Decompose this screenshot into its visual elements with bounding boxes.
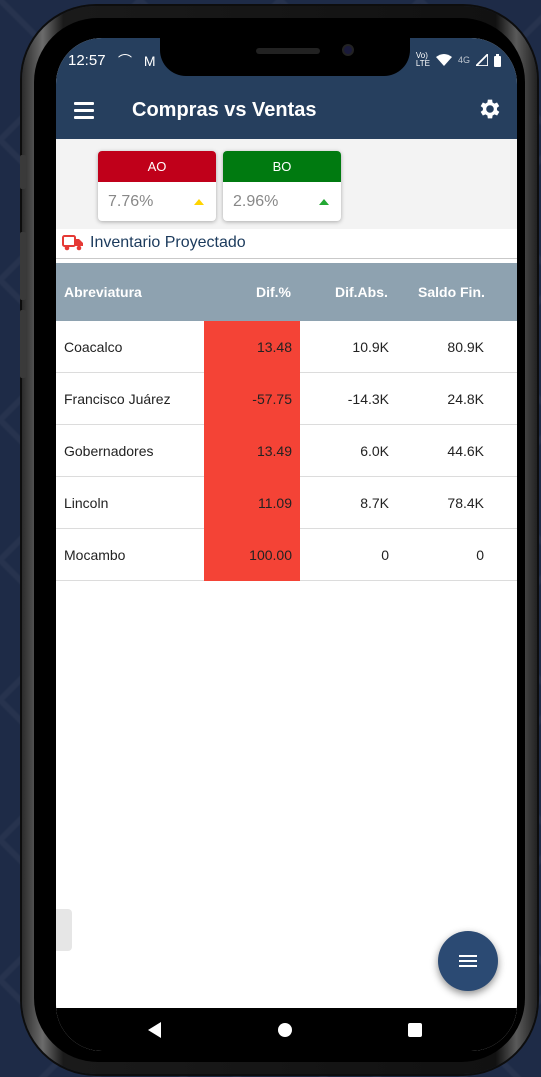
- saldo-value: 44.6K: [447, 443, 484, 459]
- dif-pct-value: -57.75: [252, 391, 292, 407]
- column-header-dif-abs[interactable]: Dif.Abs.: [335, 284, 388, 300]
- truck-icon: [62, 235, 83, 251]
- dif-pct-value: 13.48: [256, 339, 292, 355]
- system-nav-bar: [56, 1008, 517, 1051]
- volte-icon: Vo) LTE: [415, 51, 430, 68]
- card-ao-body: 7.76%: [98, 182, 216, 221]
- list-icon: [459, 955, 477, 970]
- status-time: 12:57: [68, 52, 106, 69]
- column-header-abreviatura[interactable]: Abreviatura: [64, 284, 142, 300]
- front-camera: [342, 44, 354, 56]
- card-ao[interactable]: AO 7.76%: [98, 151, 216, 221]
- table-row[interactable]: Coacalco 13.48 10.9K 80.9K: [56, 321, 517, 373]
- notification-icons: ⌒ M: [118, 53, 160, 69]
- device-screen: 12:57 ⌒ M Vo) LTE 4G Compras vs Ventas AO…: [56, 38, 517, 1051]
- row-name: Mocambo: [64, 547, 126, 563]
- row-name: Coacalco: [64, 339, 123, 355]
- volume-up-button: [20, 232, 26, 300]
- speaker: [256, 48, 320, 54]
- system-icons: Vo) LTE 4G: [416, 52, 501, 68]
- table-row[interactable]: Mocambo 100.00 0 0: [56, 529, 517, 581]
- dif-abs-value: -14.3K: [347, 391, 389, 407]
- dif-abs-value: 8.7K: [360, 495, 389, 511]
- saldo-value: 0: [476, 547, 484, 563]
- row-name: Gobernadores: [64, 443, 154, 459]
- dif-pct-value: 13.49: [256, 443, 292, 459]
- card-ao-value: 7.76%: [108, 193, 154, 210]
- card-bo-label: BO: [223, 151, 341, 182]
- signal-icon: [476, 54, 488, 66]
- fab-menu-button[interactable]: [438, 931, 498, 991]
- side-drawer-handle[interactable]: [56, 909, 72, 951]
- card-bo-value: 2.96%: [233, 193, 279, 210]
- dif-abs-value: 6.0K: [360, 443, 389, 459]
- network-type: 4G: [457, 55, 470, 65]
- inventory-table: Abreviatura Dif.% Dif.Abs. Saldo Fin. Co…: [56, 263, 517, 581]
- section-title: Inventario Proyectado: [90, 234, 246, 251]
- table-row[interactable]: Francisco Juárez -57.75 -14.3K 24.8K: [56, 373, 517, 425]
- dif-abs-value: 10.9K: [352, 339, 389, 355]
- row-name: Lincoln: [64, 495, 109, 511]
- card-ao-label: AO: [98, 151, 216, 182]
- card-bo-body: 2.96%: [223, 182, 341, 221]
- wifi-icon: [435, 54, 452, 66]
- column-header-dif-pct[interactable]: Dif.%: [256, 284, 291, 300]
- dif-pct-value: 100.00: [249, 547, 292, 563]
- arrow-up-icon: [194, 199, 204, 205]
- card-bo[interactable]: BO 2.96%: [223, 151, 341, 221]
- column-header-saldo-fin[interactable]: Saldo Fin.: [418, 284, 485, 300]
- table-row[interactable]: Gobernadores 13.49 6.0K 44.6K: [56, 425, 517, 477]
- dif-pct-cell: 11.09: [204, 477, 300, 529]
- app-bar: Compras vs Ventas: [56, 82, 517, 139]
- saldo-value: 24.8K: [447, 391, 484, 407]
- dif-pct-cell: -57.75: [204, 373, 300, 425]
- notch: [160, 38, 410, 76]
- saldo-value: 80.9K: [447, 339, 484, 355]
- home-icon[interactable]: [278, 1023, 292, 1037]
- dif-pct-cell: 13.48: [204, 321, 300, 373]
- battery-icon: [494, 53, 501, 67]
- table-header: Abreviatura Dif.% Dif.Abs. Saldo Fin.: [56, 263, 517, 321]
- row-name: Francisco Juárez: [64, 391, 171, 407]
- table-row[interactable]: Lincoln 11.09 8.7K 78.4K: [56, 477, 517, 529]
- mute-switch: [20, 155, 26, 189]
- arrow-up-icon: [319, 199, 329, 205]
- page-title: Compras vs Ventas: [132, 99, 317, 121]
- dif-pct-cell: 100.00: [204, 529, 300, 581]
- volume-down-button: [20, 310, 26, 378]
- dif-pct-cell: 13.49: [204, 425, 300, 477]
- hamburger-menu-icon[interactable]: [74, 102, 94, 119]
- recent-apps-icon[interactable]: [408, 1023, 422, 1037]
- section-header: Inventario Proyectado: [56, 229, 517, 259]
- gear-icon[interactable]: [477, 96, 503, 122]
- dif-abs-value: 0: [381, 547, 389, 563]
- dif-pct-value: 11.09: [258, 495, 292, 511]
- saldo-value: 78.4K: [447, 495, 484, 511]
- summary-cards: AO 7.76% BO 2.96%: [56, 139, 517, 229]
- back-icon[interactable]: [148, 1022, 161, 1038]
